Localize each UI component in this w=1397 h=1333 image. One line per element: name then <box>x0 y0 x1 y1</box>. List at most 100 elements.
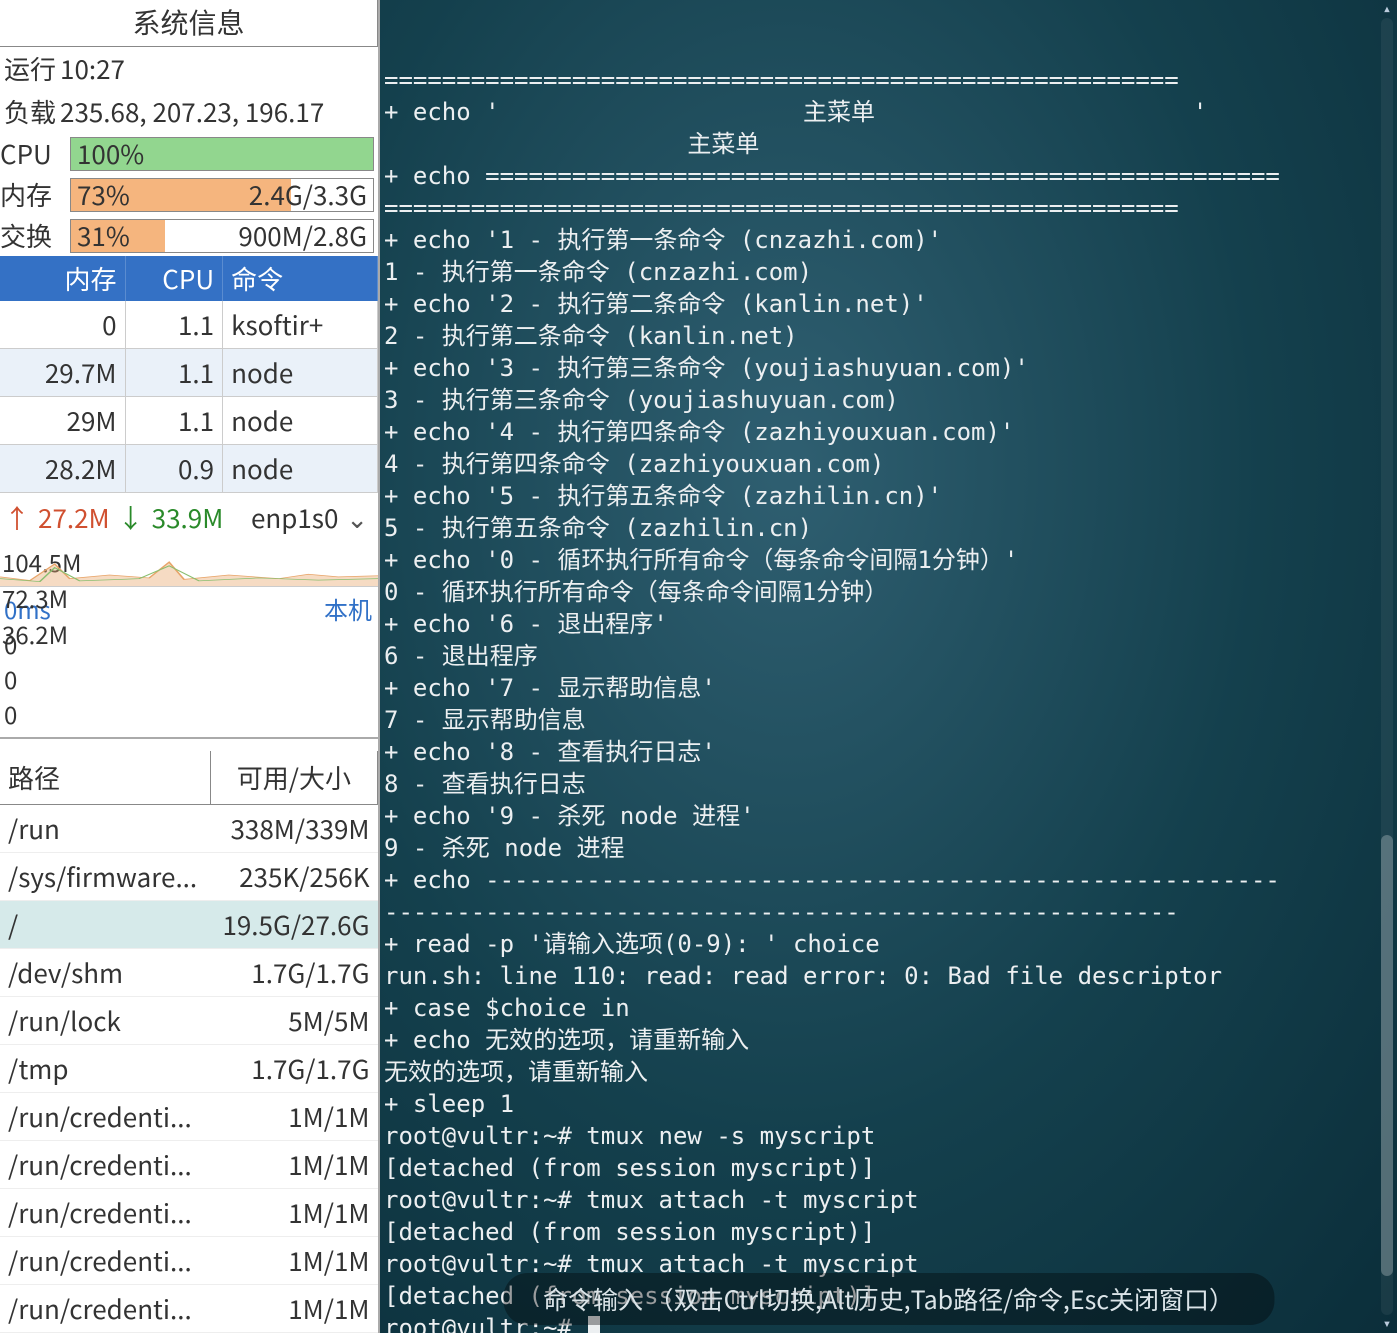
terminal-line: + echo =================================… <box>384 160 1397 192</box>
scroll-thumb[interactable] <box>1381 835 1393 1276</box>
proc-cpu: 1.1 <box>125 349 223 397</box>
mem-detail: 2.4G/3.3G <box>249 179 367 211</box>
uptime-value: 10:27 <box>60 50 125 87</box>
disk-avail: 1M/1M <box>210 1093 377 1141</box>
disk-path: /run/lock <box>0 997 210 1045</box>
proc-cmd: ksoftir+ <box>223 301 378 349</box>
table-row[interactable]: 29.7M1.1node <box>0 349 378 397</box>
table-row[interactable]: /tmp1.7G/1.7G <box>0 1045 378 1093</box>
terminal-line: + echo '6 - 退出程序' <box>384 608 1397 640</box>
table-row[interactable]: /run/credenti...1M/1M <box>0 1237 378 1285</box>
cpu-pct: 100% <box>77 135 144 172</box>
uptime-label: 运行 <box>4 50 56 87</box>
disk-avail: 1.7G/1.7G <box>210 949 377 997</box>
swap-detail: 900M/2.8G <box>238 220 367 252</box>
disk-path: /dev/shm <box>0 949 210 997</box>
net-sparkline: 104.5M 72.3M 36.2M <box>0 542 378 587</box>
table-row[interactable]: 01.1ksoftir+ <box>0 301 378 349</box>
table-row[interactable]: 28.2M0.9node <box>0 445 378 493</box>
disk-header-avail[interactable]: 可用/大小 <box>210 751 377 805</box>
swap-pct: 31% <box>77 217 130 254</box>
proc-cmd: node <box>223 349 378 397</box>
proc-header-cpu[interactable]: CPU <box>125 256 223 301</box>
proc-header-mem[interactable]: 内存 <box>0 256 125 301</box>
table-row[interactable]: /run/credenti...1M/1M <box>0 1285 378 1333</box>
net-interface: enp1s0 <box>251 499 338 536</box>
terminal-line: 6 - 退出程序 <box>384 640 1397 672</box>
terminal-line: + echo '9 - 杀死 node 进程' <box>384 800 1397 832</box>
proc-mem: 29M <box>0 397 125 445</box>
table-row[interactable]: /19.5G/27.6G <box>0 901 378 949</box>
sidebar-title: 系统信息 <box>0 0 378 47</box>
terminal-line: + echo '4 - 执行第四条命令 (zazhiyouxuan.com)' <box>384 416 1397 448</box>
disk-avail: 338M/339M <box>210 805 377 853</box>
terminal-line: run.sh: line 110: read: read error: 0: B… <box>384 960 1397 992</box>
table-row[interactable]: /run/credenti...1M/1M <box>0 1093 378 1141</box>
terminal[interactable]: ========================================… <box>380 0 1397 1333</box>
proc-mem: 28.2M <box>0 445 125 493</box>
disk-path: /run/credenti... <box>0 1285 210 1333</box>
table-row[interactable]: /run/credenti...1M/1M <box>0 1141 378 1189</box>
terminal-output[interactable]: ========================================… <box>384 64 1397 1333</box>
disk-path: /run/credenti... <box>0 1141 210 1189</box>
proc-cmd: node <box>223 445 378 493</box>
terminal-line: 9 - 杀死 node 进程 <box>384 832 1397 864</box>
net-header[interactable]: ↑27.2M ↓33.9M enp1s0 ⌄ <box>0 493 378 542</box>
proc-header-cmd[interactable]: 命令 <box>223 256 378 301</box>
swap-row: 交换 31% 900M/2.8G <box>0 215 378 256</box>
disk-avail: 1.7G/1.7G <box>210 1045 377 1093</box>
scroll-down-icon[interactable]: ▾ <box>1379 1315 1395 1333</box>
terminal-line: + read -p '请输入选项(0-9): ' choice <box>384 928 1397 960</box>
proc-mem: 0 <box>0 301 125 349</box>
table-row[interactable]: 29M1.1node <box>0 397 378 445</box>
mem-bar: 73% 2.4G/3.3G <box>70 178 374 212</box>
terminal-line: 无效的选项，请重新输入 <box>384 1056 1397 1088</box>
terminal-line: + echo '5 - 执行第五条命令 (zazhilin.cn)' <box>384 480 1397 512</box>
proc-cpu: 1.1 <box>125 301 223 349</box>
disk-path: /run/credenti... <box>0 1093 210 1141</box>
terminal-line: + echo '8 - 查看执行日志' <box>384 736 1397 768</box>
table-row[interactable]: /run338M/339M <box>0 805 378 853</box>
terminal-line: 7 - 显示帮助信息 <box>384 704 1397 736</box>
terminal-line: + echo '2 - 执行第二条命令 (kanlin.net)' <box>384 288 1397 320</box>
disk-avail: 5M/5M <box>210 997 377 1045</box>
table-row[interactable]: /run/credenti...1M/1M <box>0 1189 378 1237</box>
terminal-scrollbar[interactable]: ▴ ▾ <box>1379 0 1395 1333</box>
ping-host[interactable]: 本机 <box>324 591 372 626</box>
proc-cpu: 0.9 <box>125 445 223 493</box>
scroll-up-icon[interactable]: ▴ <box>1379 0 1395 18</box>
terminal-line: root@vultr:~# tmux attach -t myscript <box>384 1184 1397 1216</box>
table-row[interactable]: /sys/firmware...235K/256K <box>0 853 378 901</box>
chevron-down-icon[interactable]: ⌄ <box>346 499 368 536</box>
swap-bar: 31% 900M/2.8G <box>70 219 374 253</box>
cpu-bar: 100% <box>70 137 374 171</box>
scroll-track[interactable] <box>1381 18 1393 1315</box>
command-input-hint[interactable]: 命令输入 （双击Ctrl切换,Alt历史,Tab路径/命令,Esc关闭窗口） <box>503 1273 1274 1325</box>
disk-header-path[interactable]: 路径 <box>0 751 210 805</box>
disk-path: /run/credenti... <box>0 1237 210 1285</box>
terminal-line: 1 - 执行第一条命令 (cnzazhi.com) <box>384 256 1397 288</box>
disk-path: / <box>0 901 210 949</box>
disk-avail: 1M/1M <box>210 1189 377 1237</box>
terminal-line: 0 - 循环执行所有命令（每条命令间隔1分钟） <box>384 576 1397 608</box>
table-row[interactable]: /run/lock5M/5M <box>0 997 378 1045</box>
terminal-line: + echo '3 - 执行第三条命令 (youjiashuyuan.com)' <box>384 352 1397 384</box>
load-label: 负载 <box>4 93 56 130</box>
terminal-line: 8 - 查看执行日志 <box>384 768 1397 800</box>
arrow-down-icon: ↓ <box>118 499 144 536</box>
terminal-line: + echo 无效的选项，请重新输入 <box>384 1024 1397 1056</box>
disk-avail: 235K/256K <box>210 853 377 901</box>
table-row[interactable]: /dev/shm1.7G/1.7G <box>0 949 378 997</box>
proc-mem: 29.7M <box>0 349 125 397</box>
disk-path: /run/credenti... <box>0 1189 210 1237</box>
uptime-row: 运行 10:27 <box>0 47 378 90</box>
load-row: 负载 235.68, 207.23, 196.17 <box>0 90 378 133</box>
terminal-line: ----------------------------------------… <box>384 896 1397 928</box>
net-up: 27.2M <box>38 499 110 536</box>
cpu-row: CPU 100% <box>0 133 378 174</box>
terminal-line: [detached (from session myscript)] <box>384 1216 1397 1248</box>
process-table: 内存 CPU 命令 01.1ksoftir+29.7M1.1node29M1.1… <box>0 256 378 493</box>
terminal-line: [detached (from session myscript)] <box>384 1152 1397 1184</box>
proc-cpu: 1.1 <box>125 397 223 445</box>
disk-path: /sys/firmware... <box>0 853 210 901</box>
